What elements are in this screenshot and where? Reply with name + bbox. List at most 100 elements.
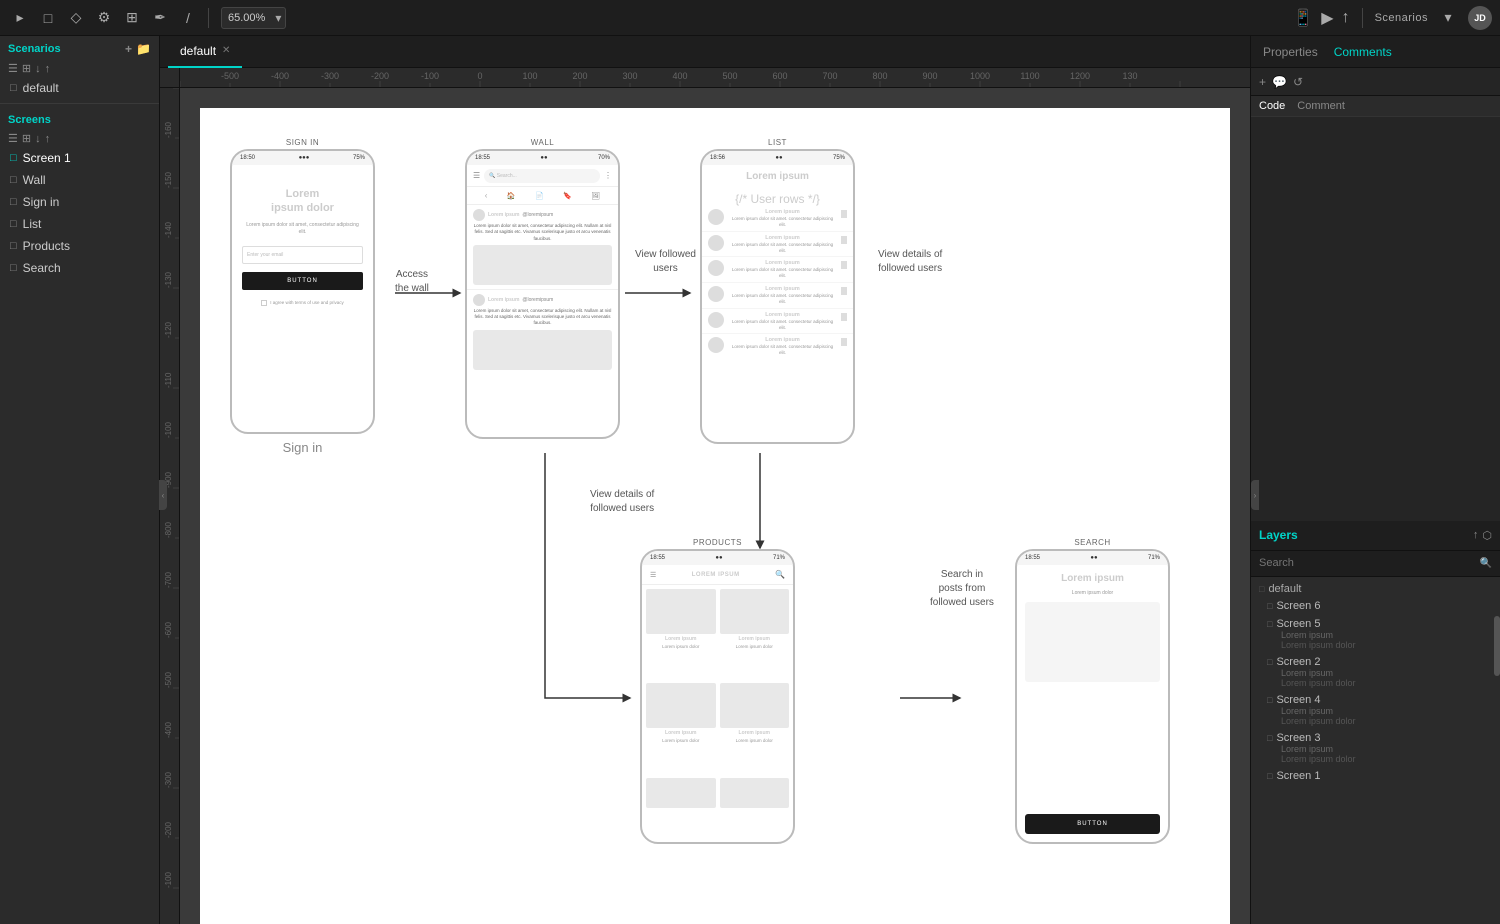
zoom-dropdown-arrow[interactable]: ▾ — [271, 11, 285, 25]
signin-label: Sign in — [23, 195, 60, 209]
signin-label-bottom: Sign in — [230, 440, 375, 455]
search-label: Search — [23, 261, 61, 275]
ruler-corner — [160, 68, 180, 88]
refresh-icon[interactable]: ↺ — [1293, 75, 1303, 89]
share-icon[interactable]: ↑ — [1342, 9, 1350, 27]
screens-toolbar: ☰ ⊞ ↓ ↑ — [0, 130, 159, 147]
products-icon: □ — [10, 240, 17, 252]
sort-up-icon[interactable]: ↑ — [45, 63, 51, 75]
left-sidebar-collapse[interactable]: ‹ — [159, 480, 167, 510]
screen-item-signin[interactable]: □ Sign in — [0, 191, 159, 213]
screens-grid-icon[interactable]: ⊞ — [22, 132, 31, 145]
comments-area — [1251, 117, 1500, 521]
comment-tab[interactable]: Comment — [1297, 100, 1345, 112]
svg-text:400: 400 — [672, 71, 687, 81]
layers-search-input[interactable] — [1259, 557, 1476, 569]
component-tool[interactable]: ⊞ — [120, 6, 144, 30]
sort-down-icon[interactable]: ↓ — [35, 63, 41, 75]
pen-tool[interactable]: ✒ — [148, 6, 172, 30]
diamond-tool[interactable]: ◇ — [64, 6, 88, 30]
svg-text:300: 300 — [622, 71, 637, 81]
line-tool[interactable]: / — [176, 6, 200, 30]
grid-view-icon[interactable]: ⊞ — [22, 62, 31, 75]
list-screen-container: LIST 18:56●●75% Lorem ipsum {/* User row… — [700, 138, 855, 444]
zoom-control[interactable]: 65.00% ▾ — [221, 7, 286, 29]
svg-text:-200: -200 — [371, 71, 389, 81]
right-sidebar-toolbar: + 💬 ↺ — [1251, 68, 1500, 96]
frame-tool[interactable]: □ — [36, 6, 60, 30]
settings-tool[interactable]: ⚙ — [92, 6, 116, 30]
svg-text:-700: -700 — [164, 571, 173, 588]
tab-default[interactable]: default ✕ — [168, 36, 242, 68]
screen-item-wall[interactable]: □ Wall — [0, 169, 159, 191]
svg-text:-500: -500 — [221, 71, 239, 81]
canvas-area: -500 -400 -300 -200 -100 0 100 200 300 4… — [160, 68, 1250, 924]
scenario-default-label: default — [23, 81, 59, 95]
comments-tab[interactable]: Comments — [1330, 45, 1396, 59]
svg-text:1200: 1200 — [1070, 71, 1090, 81]
layers-title: Layers — [1259, 528, 1298, 542]
add-comment-icon[interactable]: + — [1259, 75, 1266, 89]
ruler-top: -500 -400 -300 -200 -100 0 100 200 300 4… — [180, 68, 1250, 88]
play-icon[interactable]: ▶ — [1321, 8, 1333, 28]
zoom-value: 65.00% — [222, 12, 271, 24]
separator-1 — [208, 8, 209, 28]
access-wall-label: Accessthe wall — [395, 268, 429, 296]
add-scenario-icon[interactable]: + — [125, 42, 132, 56]
signin-icon: □ — [10, 196, 17, 208]
screen-item-screen1[interactable]: □ Screen 1 — [0, 147, 159, 169]
scenario-default[interactable]: □ default — [0, 77, 159, 99]
layers-list: □ default □ Screen 6 □ Screen 5 Lorem ip… — [1251, 577, 1500, 924]
svg-text:-500: -500 — [164, 671, 173, 688]
layer-screen6[interactable]: □ Screen 6 — [1251, 597, 1500, 615]
signin-phone: 18:50●●●75% Loremipsum dolor Lorem ipsum… — [230, 149, 375, 434]
svg-text:-130: -130 — [164, 271, 173, 288]
layer-screen3[interactable]: □ Screen 3 Lorem ipsum Lorem ipsum dolor — [1251, 729, 1500, 767]
layer-group-icon: □ — [1259, 584, 1264, 594]
layer-screen4[interactable]: □ Screen 4 Lorem ipsum Lorem ipsum dolor — [1251, 691, 1500, 729]
properties-tab[interactable]: Properties — [1259, 45, 1322, 59]
layer-group-default[interactable]: □ default — [1251, 581, 1500, 597]
layers-expand-icon[interactable]: ⬡ — [1482, 529, 1492, 542]
layer-screen1-label: Screen 1 — [1276, 770, 1320, 782]
layer-screen1[interactable]: □ Screen 1 — [1251, 767, 1500, 785]
scenarios-dropdown[interactable]: ▾ — [1436, 6, 1460, 30]
canvas-content[interactable]: SIGN IN 18:50●●●75% Loremipsum dolor Lor… — [180, 88, 1250, 924]
right-sidebar-collapse[interactable]: › — [1251, 480, 1259, 510]
list-view-icon[interactable]: ☰ — [8, 62, 18, 75]
search-phone: 18:55●●71% Lorem ipsum Lorem ipsum dolor — [1015, 549, 1170, 844]
layer-screen2[interactable]: □ Screen 2 Lorem ipsum Lorem ipsum dolor — [1251, 653, 1500, 691]
search-posts-label: Search inposts fromfollowed users — [930, 568, 994, 610]
layer-screen5[interactable]: □ Screen 5 Lorem ipsum Lorem ipsum dolor — [1251, 615, 1500, 653]
right-scrollbar-thumb[interactable] — [1494, 616, 1500, 676]
screens-sort-up-icon[interactable]: ↑ — [45, 133, 51, 145]
chat-icon[interactable]: 💬 — [1272, 75, 1287, 89]
scenarios-toolbar: ☰ ⊞ ↓ ↑ — [0, 60, 159, 77]
svg-text:-400: -400 — [271, 71, 289, 81]
list-label-top: LIST — [700, 138, 855, 147]
view-details-below-label: View details offollowed users — [590, 488, 654, 516]
cursor-tool[interactable]: ▸ — [8, 6, 32, 30]
phone-preview-icon[interactable]: 📱 — [1293, 8, 1313, 28]
scenarios-label: Scenarios — [1375, 12, 1428, 24]
layers-up-icon[interactable]: ↑ — [1473, 529, 1479, 542]
screen1-icon: □ — [10, 152, 17, 164]
layers-header-actions: ↑ ⬡ — [1473, 529, 1492, 542]
screens-sort-down-icon[interactable]: ↓ — [35, 133, 41, 145]
code-tab[interactable]: Code — [1259, 100, 1285, 112]
tab-close-icon[interactable]: ✕ — [222, 45, 230, 56]
tab-bar: default ✕ — [160, 36, 1250, 68]
screens-list-icon[interactable]: ☰ — [8, 132, 18, 145]
svg-text:-160: -160 — [164, 121, 173, 138]
scenarios-actions: + 📁 — [125, 42, 151, 56]
screen-item-products[interactable]: □ Products — [0, 235, 159, 257]
layer-screen2-label: Screen 2 — [1276, 656, 1320, 668]
screen-item-search[interactable]: □ Search — [0, 257, 159, 279]
svg-text:-140: -140 — [164, 221, 173, 238]
layers-search-icon: 🔍 — [1480, 558, 1492, 569]
screen-item-list[interactable]: □ List — [0, 213, 159, 235]
screen1-label: Screen 1 — [23, 151, 71, 165]
svg-text:900: 900 — [922, 71, 937, 81]
svg-text:-300: -300 — [321, 71, 339, 81]
folder-icon[interactable]: 📁 — [136, 42, 151, 56]
